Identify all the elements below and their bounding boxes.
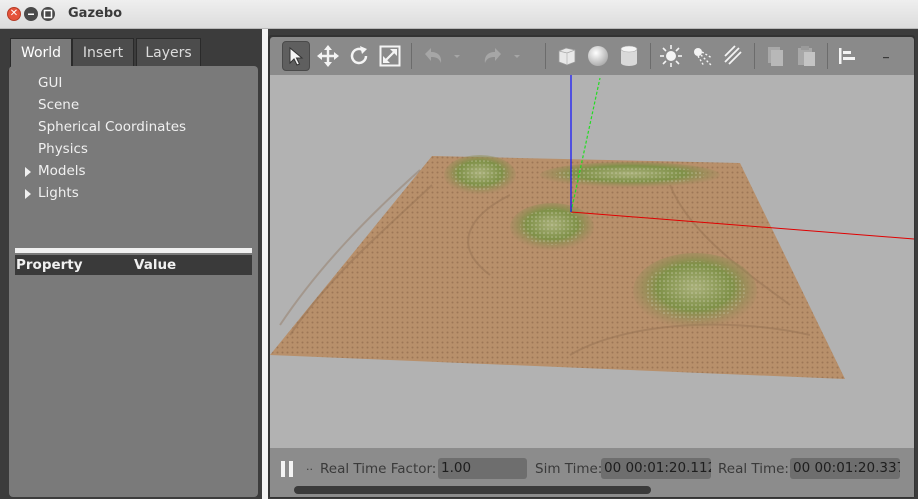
rotate-icon[interactable]	[345, 41, 373, 71]
terrain-heightmap[interactable]	[270, 156, 845, 379]
cylinder-shape-icon[interactable]	[615, 41, 643, 71]
paste-icon[interactable]	[792, 41, 820, 71]
maximize-window-button[interactable]	[41, 7, 55, 21]
toolbar-separator	[754, 43, 755, 69]
panel-splitter[interactable]	[15, 248, 252, 253]
sim-time-value: 00 00:01:20.112	[601, 458, 711, 479]
tab-layers[interactable]: Layers	[136, 38, 201, 66]
toolbar-separator	[650, 43, 651, 69]
sphere-shape-icon[interactable]	[584, 41, 612, 71]
tree-item-gui[interactable]: GUI	[38, 75, 62, 91]
undo-icon[interactable]	[419, 41, 447, 71]
tab-insert[interactable]: Insert	[72, 38, 134, 66]
toolbar	[270, 37, 914, 75]
tree-item-spherical-coordinates[interactable]: Spherical Coordinates	[38, 119, 186, 135]
tree-item-models[interactable]: Models	[38, 163, 86, 179]
minimize-window-button[interactable]	[24, 7, 38, 21]
tab-world[interactable]: World	[10, 38, 72, 68]
scene-render[interactable]	[270, 75, 914, 448]
close-window-button[interactable]: ✕	[7, 7, 21, 21]
status-bar: .. Real Time Factor: 1.00 Sim Time: 00 0…	[270, 448, 914, 497]
real-time-value: 00 00:01:20.337	[790, 458, 900, 479]
scale-icon[interactable]	[376, 41, 404, 71]
undo-dropdown-icon[interactable]	[450, 41, 464, 71]
tree-item-lights[interactable]: Lights	[38, 185, 79, 201]
value-column-header[interactable]: Value	[134, 255, 176, 275]
toolbar-separator	[827, 43, 828, 69]
translate-icon[interactable]	[314, 41, 342, 71]
select-arrow-icon[interactable]	[282, 41, 310, 71]
property-column-header[interactable]: Property	[16, 255, 83, 275]
tree-item-physics[interactable]: Physics	[38, 141, 88, 157]
window-title: Gazebo	[68, 6, 123, 21]
expand-arrow-icon[interactable]	[25, 189, 31, 199]
real-time-label: Real Time:	[718, 461, 789, 477]
point-light-icon[interactable]	[657, 41, 685, 71]
redo-icon[interactable]	[479, 41, 507, 71]
3d-viewport[interactable]	[270, 75, 914, 448]
box-shape-icon[interactable]	[553, 41, 581, 71]
toolbar-separator	[411, 43, 412, 69]
property-table-header: Property Value	[15, 255, 252, 275]
window-titlebar: ✕ Gazebo	[0, 0, 918, 29]
spot-light-icon[interactable]	[688, 41, 716, 71]
real-time-factor-value: 1.00	[438, 458, 527, 479]
horizontal-scrollbar[interactable]	[294, 486, 651, 494]
step-button[interactable]: ..	[306, 460, 313, 473]
redo-dropdown-icon[interactable]	[510, 41, 524, 71]
world-tree: GUI Scene Spherical Coordinates Physics …	[9, 66, 258, 497]
align-icon[interactable]	[834, 41, 862, 71]
tree-item-scene[interactable]: Scene	[38, 97, 79, 113]
directional-light-icon[interactable]	[719, 41, 747, 71]
copy-icon[interactable]	[761, 41, 789, 71]
left-panel: World Insert Layers GUI Scene Spherical …	[0, 29, 262, 499]
toolbar-separator	[545, 43, 546, 69]
more-icon[interactable]	[876, 41, 896, 71]
sim-time-label: Sim Time:	[535, 461, 603, 477]
expand-arrow-icon[interactable]	[25, 167, 31, 177]
real-time-factor-label: Real Time Factor:	[320, 461, 437, 477]
pause-icon[interactable]	[279, 460, 295, 482]
